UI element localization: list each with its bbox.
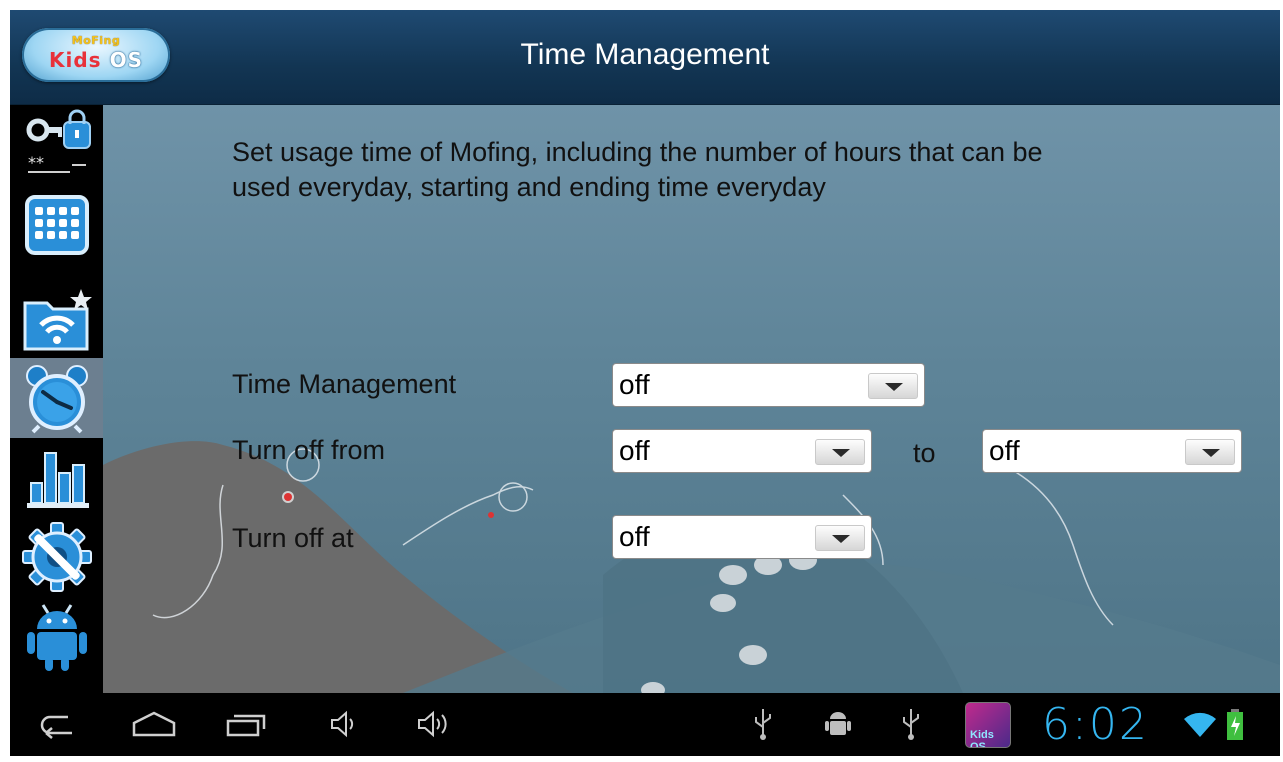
system-bar: Kids OS 6:02 xyxy=(10,693,1280,756)
back-icon[interactable] xyxy=(38,707,78,741)
sidebar-item-settings[interactable] xyxy=(10,517,103,597)
alarm-clock-icon xyxy=(25,365,88,434)
wifi-folder-icon xyxy=(23,289,92,351)
sidebar: ** xyxy=(10,105,103,693)
home-icon[interactable] xyxy=(130,707,178,741)
main-content: Set usage time of Mofing, including the … xyxy=(103,105,1280,693)
turn-off-from-select[interactable]: off xyxy=(612,429,872,473)
wifi-signal-icon xyxy=(1184,712,1216,737)
apps-grid-icon xyxy=(24,195,89,255)
turn-off-to-value: off xyxy=(989,435,1020,466)
android-debug-icon xyxy=(825,712,851,735)
turn-off-at-value: off xyxy=(619,521,650,552)
turn-off-to-select[interactable]: off xyxy=(982,429,1242,473)
chevron-down-icon xyxy=(815,525,865,551)
kids-os-notification-icon[interactable]: Kids OS xyxy=(965,702,1011,748)
sidebar-item-time-management[interactable] xyxy=(10,358,103,438)
chevron-down-icon xyxy=(1185,439,1235,465)
bar-chart-icon xyxy=(26,452,89,508)
chevron-down-icon xyxy=(815,439,865,465)
svg-text:**: ** xyxy=(28,153,44,172)
recent-apps-icon[interactable] xyxy=(224,707,268,741)
status-clock: 6:02 xyxy=(1042,699,1149,750)
time-management-select[interactable]: off xyxy=(612,363,925,407)
battery-charging-icon xyxy=(1227,709,1243,740)
sidebar-item-network[interactable] xyxy=(10,280,103,360)
sidebar-item-password[interactable]: ** xyxy=(10,105,103,185)
time-management-value: off xyxy=(619,369,650,400)
sidebar-item-apps[interactable] xyxy=(10,185,103,265)
description-text: Set usage time of Mofing, including the … xyxy=(232,137,1043,203)
usb-icon xyxy=(903,709,919,740)
chevron-down-icon xyxy=(868,373,918,399)
time-management-label: Time Management xyxy=(232,369,457,399)
turn-off-at-select[interactable]: off xyxy=(612,515,872,559)
to-label: to xyxy=(913,438,936,468)
usb-icon xyxy=(755,709,771,740)
turn-off-at-label: Turn off at xyxy=(232,523,354,553)
turn-off-from-value: off xyxy=(619,435,650,466)
turn-off-from-label: Turn off from xyxy=(232,435,386,465)
android-robot-icon xyxy=(26,604,87,671)
sidebar-item-android[interactable] xyxy=(10,597,103,677)
volume-up-icon[interactable] xyxy=(415,707,455,741)
sidebar-item-statistics[interactable] xyxy=(10,438,103,518)
volume-down-icon[interactable] xyxy=(328,707,358,741)
key-lock-password-icon: ** xyxy=(26,109,91,173)
settings-wrench-icon xyxy=(21,522,92,592)
page-title: Time Management xyxy=(520,38,770,71)
app-thumb-label: Kids OS xyxy=(970,729,994,748)
screen: MoFing Kids OS Time Management ** Set us… xyxy=(10,10,1280,756)
title-bar: MoFing Kids OS Time Management xyxy=(10,10,1280,105)
